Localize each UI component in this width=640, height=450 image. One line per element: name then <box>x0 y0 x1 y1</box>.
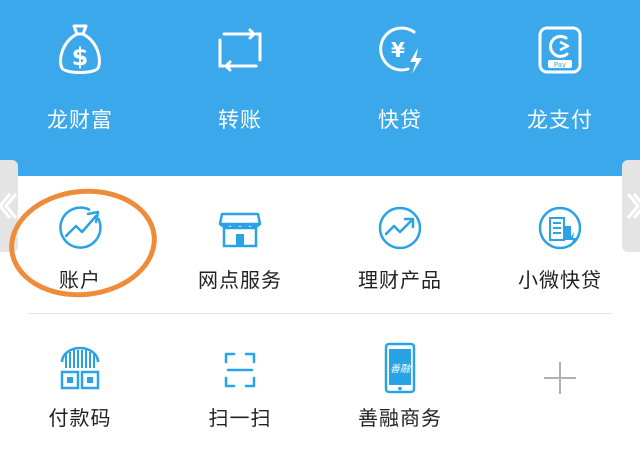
grid-item-shanrong[interactable]: 善融 善融商务 <box>320 314 480 444</box>
wealth-product-icon <box>378 206 422 250</box>
grid-item-micro-loan[interactable]: 小微快贷 <box>480 176 640 306</box>
grid-item-label: 理财产品 <box>358 268 442 292</box>
payment-code-icon <box>60 346 100 390</box>
grid-item-label: 扫一扫 <box>208 406 272 430</box>
top-banner: $ 龙财富 转账 ¥ 快贷 Pay 龙支付 <box>0 0 640 176</box>
top-menu-label: 龙财富 <box>47 108 113 132</box>
top-menu-label: 龙支付 <box>527 108 593 132</box>
svg-text:$: $ <box>72 43 89 71</box>
top-menu-quick-loan[interactable]: ¥ 快贷 <box>320 0 480 176</box>
top-menu-label: 快贷 <box>378 108 422 132</box>
grid-item-add[interactable] <box>480 314 640 444</box>
grid-item-scan[interactable]: 扫一扫 <box>160 314 320 444</box>
grid-item-wealth-products[interactable]: 理财产品 <box>320 176 480 306</box>
grid-item-branch-service[interactable]: 网点服务 <box>160 176 320 306</box>
grid-item-label: 付款码 <box>48 406 112 430</box>
grid-item-label: 网点服务 <box>198 268 282 292</box>
top-menu-transfer[interactable]: 转账 <box>160 0 320 176</box>
top-menu-long-pay[interactable]: Pay 龙支付 <box>480 0 640 176</box>
shanrong-phone-icon: 善融 <box>384 342 416 394</box>
grid-item-label: 善融商务 <box>358 406 442 430</box>
scan-icon <box>224 352 256 388</box>
branch-store-icon <box>218 212 262 248</box>
quick-loan-icon: ¥ <box>379 26 422 74</box>
micro-loan-icon <box>538 206 582 250</box>
top-menu-label: 转账 <box>218 108 262 132</box>
long-pay-icon: Pay <box>538 26 582 74</box>
top-menu-longcaifu[interactable]: $ 龙财富 <box>0 0 160 176</box>
money-bag-icon: $ <box>59 24 101 74</box>
shanrong-logo-text: 善融 <box>390 363 411 375</box>
add-icon <box>544 362 576 394</box>
transfer-icon <box>218 28 262 72</box>
grid-item-payment-code[interactable]: 付款码 <box>0 314 160 444</box>
pay-logo-text: Pay <box>554 61 566 69</box>
svg-text:¥: ¥ <box>391 38 405 62</box>
grid-item-label: 小微快贷 <box>518 268 602 292</box>
